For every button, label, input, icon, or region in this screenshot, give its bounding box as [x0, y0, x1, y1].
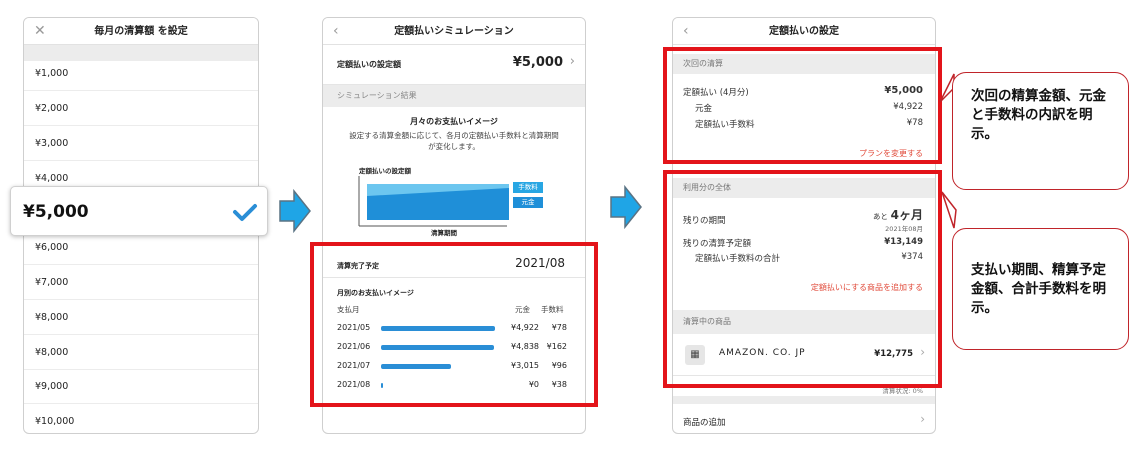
screen3-title: 定額払いの設定: [769, 26, 839, 37]
screen3-header: ‹ 定額払いの設定: [673, 18, 935, 45]
legend-principal: 元金: [513, 197, 543, 208]
chart-xlabel: 清算期間: [431, 229, 457, 237]
callout-bottom: 支払い期間、精算予定金額、合計手数料を明示。: [952, 228, 1129, 350]
callout-top: 次回の精算金額、元金と手数料の内訳を明示。: [952, 72, 1129, 190]
highlight-box: [310, 242, 598, 407]
setting-value: ¥5,000: [512, 55, 563, 70]
chevron-right-icon: ›: [569, 54, 575, 69]
amount-option[interactable]: ¥8,000: [24, 335, 258, 370]
chevron-right-icon: ›: [920, 412, 925, 426]
back-chevron-icon[interactable]: ‹: [683, 18, 689, 45]
legend-fee: 手数料: [513, 182, 543, 193]
amount-option[interactable]: ¥3,000: [24, 126, 258, 161]
result-section-header: シミュレーション結果: [323, 85, 585, 107]
flow-arrow-icon: [279, 189, 311, 233]
highlight-box: [663, 170, 942, 388]
setting-row[interactable]: 定額払いの設定額 ¥5,000 ›: [323, 45, 585, 85]
add-goods-label: 商品の追加: [683, 418, 726, 428]
setting-label: 定額払いの設定額: [337, 60, 401, 69]
amount-option[interactable]: ¥9,000: [24, 369, 258, 404]
screen2-header: ‹ 定額払いシミュレーション: [323, 18, 585, 45]
amount-option[interactable]: ¥8,000: [24, 300, 258, 335]
close-icon[interactable]: ✕: [34, 18, 46, 45]
description: 設定する清算金額に応じて、各月の定額払い手数料と清算期間が変化します。: [349, 131, 559, 151]
divider-band: [673, 396, 935, 404]
amount-option[interactable]: ¥2,000: [24, 91, 258, 126]
amount-option[interactable]: ¥7,000: [24, 265, 258, 300]
flow-arrow-icon: [610, 185, 642, 229]
amount-option[interactable]: ¥1,000: [24, 56, 258, 91]
back-chevron-icon[interactable]: ‹: [333, 18, 339, 45]
screen2-title: 定額払いシミュレーション: [394, 26, 514, 37]
amount-option[interactable]: ¥10,000: [24, 404, 258, 433]
selected-amount-option[interactable]: ¥5,000: [10, 186, 268, 236]
screen1-header: ✕ 毎月の清算額 を設定: [24, 18, 258, 45]
add-goods-row[interactable]: 商品の追加 ›: [673, 412, 935, 433]
monthly-heading: 月々のお支払いイメージ: [410, 117, 498, 126]
selected-amount: ¥5,000: [23, 202, 89, 222]
highlight-box: [663, 47, 942, 164]
screen1-title: 毎月の清算額 を設定: [94, 26, 188, 37]
check-icon: [233, 204, 257, 221]
